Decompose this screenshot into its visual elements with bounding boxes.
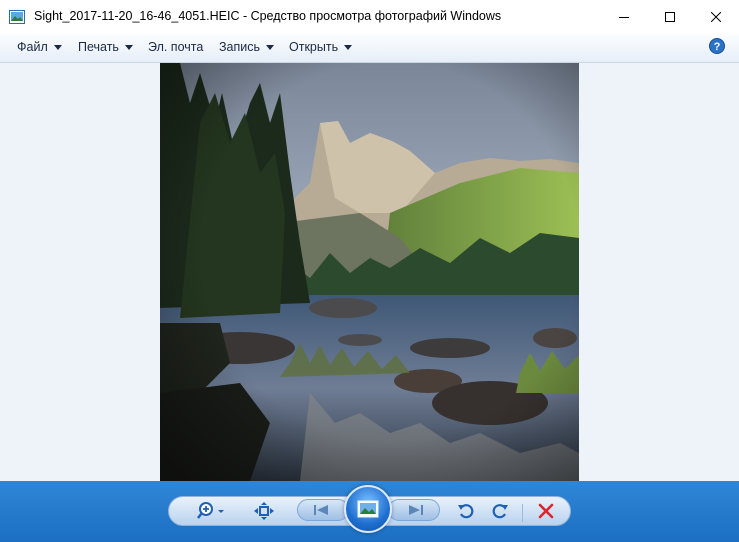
close-button[interactable] [693,0,739,34]
next-button[interactable] [388,499,440,521]
title-bar[interactable]: Sight_2017-11-20_16-46_4051.HEIC - Средс… [0,0,739,34]
close-icon [711,12,721,22]
rotate-clockwise-icon [492,504,508,519]
photo-viewer-icon [9,10,25,24]
rotate-clockwise-button[interactable] [488,499,512,523]
rotate-counterclockwise-button[interactable] [454,499,478,523]
photo-viewer-window: Sight_2017-11-20_16-46_4051.HEIC - Средс… [0,0,739,542]
chevron-down-icon [266,44,275,50]
menu-print-label: Печать [78,40,119,54]
maximize-button[interactable] [647,0,693,34]
next-icon [409,505,423,515]
photo [160,63,579,481]
slideshow-button[interactable] [344,485,392,533]
maximize-icon [665,12,675,22]
menu-email-label: Эл. почта [148,40,204,54]
previous-button[interactable] [297,499,349,521]
minimize-button[interactable] [601,0,647,34]
menu-open-label: Открыть [289,40,339,54]
actual-size-icon [254,502,274,520]
image-viewport[interactable] [0,63,739,481]
actual-size-button[interactable] [251,499,277,523]
menu-file[interactable]: Файл [17,40,62,54]
control-separator [522,504,523,522]
delete-icon [538,503,554,519]
menu-burn[interactable]: Запись [219,40,275,54]
chevron-down-icon [344,44,353,50]
slideshow-icon [357,500,379,518]
chevron-down-icon [124,44,133,50]
menu-bar: Файл Печать Эл. почта Запись Открыть [0,34,739,63]
zoom-icon [197,502,224,519]
help-icon[interactable]: ? [709,38,725,54]
chevron-down-icon [53,44,62,50]
menu-file-label: Файл [17,40,48,54]
menu-open[interactable]: Открыть [289,40,353,54]
delete-button[interactable] [534,499,558,523]
menu-email[interactable]: Эл. почта [148,40,203,54]
menu-burn-label: Запись [219,40,261,54]
rotate-counterclockwise-icon [458,504,474,519]
minimize-icon [619,17,629,18]
window-title: Sight_2017-11-20_16-46_4051.HEIC - Средс… [34,9,502,23]
zoom-button[interactable] [192,499,232,523]
previous-icon [314,505,328,515]
svg-text:?: ? [714,41,721,53]
menu-print[interactable]: Печать [78,40,133,54]
